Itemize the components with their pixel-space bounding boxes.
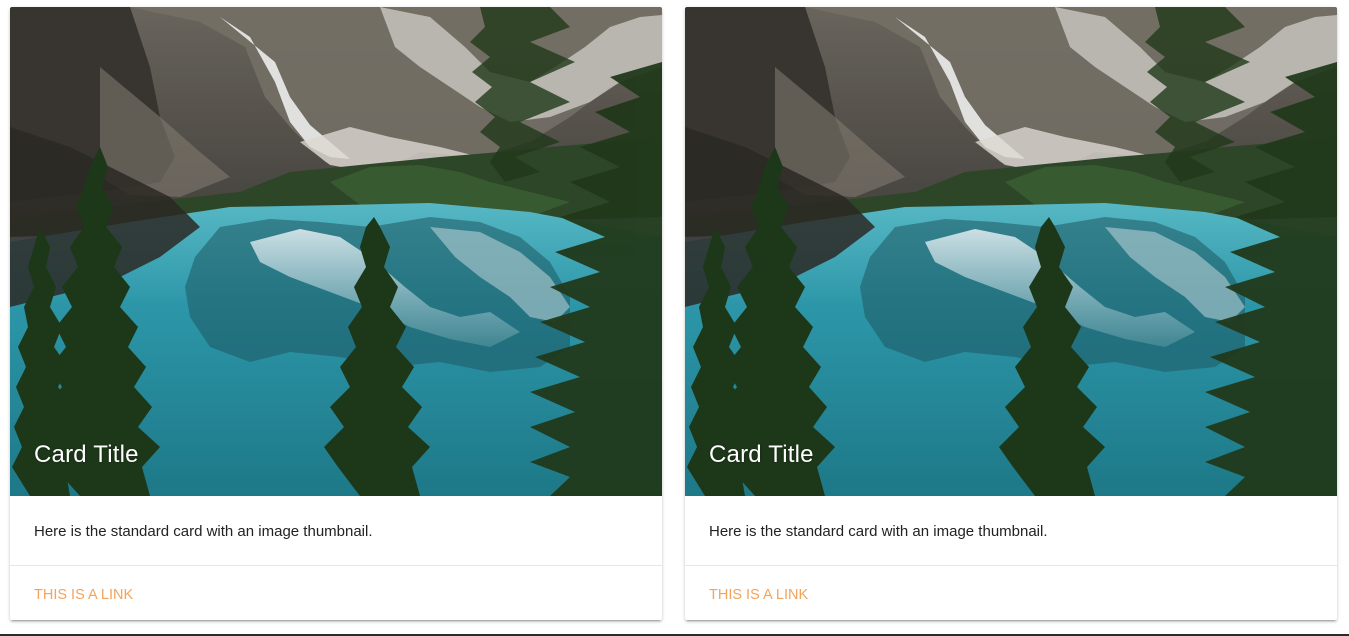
card-image-1: Card Title (10, 7, 662, 496)
card-link[interactable]: This is a link (34, 587, 133, 603)
card-action: This is a link (10, 566, 662, 620)
image-card-1: Card Title Here is the standard card wit… (10, 7, 662, 620)
card-content: Here is the standard card with an image … (685, 496, 1337, 566)
card-action: This is a link (685, 566, 1337, 620)
lake-photo (10, 7, 662, 496)
card-link[interactable]: This is a link (709, 587, 808, 603)
lake-photo (685, 7, 1337, 496)
card-description: Here is the standard card with an image … (709, 523, 1048, 540)
card-title: Card Title (709, 441, 814, 468)
image-card-2: Card Title Here is the standard card wit… (685, 7, 1337, 620)
card-content: Here is the standard card with an image … (10, 496, 662, 566)
card-description: Here is the standard card with an image … (34, 523, 373, 540)
card-title: Card Title (34, 441, 139, 468)
page: Card Title Here is the standard card wit… (0, 0, 1349, 636)
card-image-2: Card Title (685, 7, 1337, 496)
